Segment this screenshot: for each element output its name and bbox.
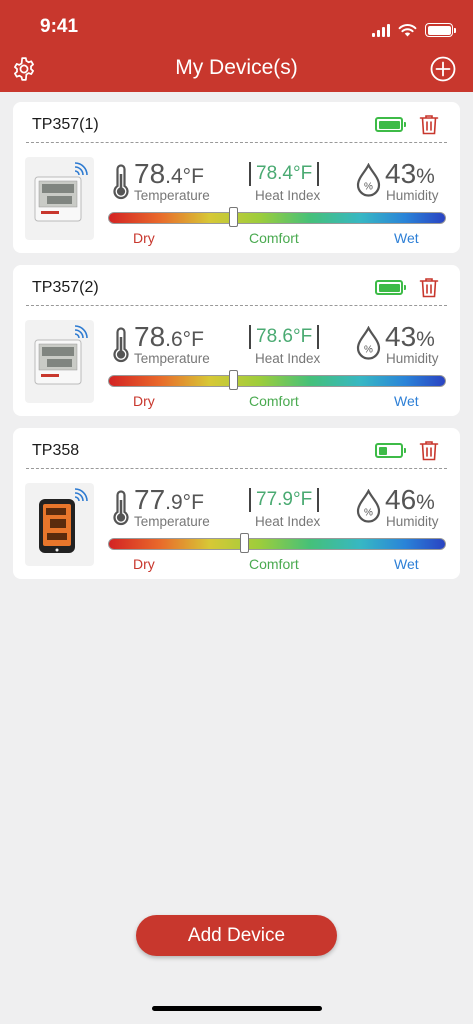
device-name: TP358	[32, 442, 80, 459]
scale-label-comfort: Comfort	[249, 230, 299, 246]
wifi-icon	[74, 162, 88, 176]
battery-level	[378, 446, 387, 455]
humidity-value: 43%	[385, 321, 435, 352]
heat-index-value: 78.4°F	[249, 162, 320, 186]
comfort-scale-bar	[108, 375, 446, 387]
divider	[26, 142, 447, 143]
app-header: 9:41 My Device(s)	[0, 0, 473, 92]
temperature-label: Temperature	[134, 351, 210, 366]
humidity-label: Humidity	[386, 514, 439, 529]
thermometer-icon	[113, 164, 129, 200]
thermometer-device-image	[34, 162, 88, 222]
trash-icon[interactable]	[419, 114, 439, 135]
divider	[26, 305, 447, 306]
humidity-drop-icon: %	[356, 326, 381, 360]
device-card[interactable]: TP357(1) 78.4°F Temperature 78.4°F Heat …	[13, 102, 460, 253]
trash-icon[interactable]	[419, 440, 439, 461]
device-image	[25, 157, 94, 240]
temperature-value: 78.4°F	[134, 158, 204, 189]
scale-label-dry: Dry	[133, 230, 155, 246]
comfort-indicator	[228, 207, 238, 227]
humidity-value: 43%	[385, 158, 435, 189]
temperature-label: Temperature	[134, 188, 210, 203]
battery-icon	[375, 280, 406, 295]
thermometer-device-image	[34, 325, 88, 385]
home-indicator[interactable]	[152, 1006, 322, 1011]
thermometer-icon	[113, 327, 129, 363]
status-battery-icon	[425, 23, 456, 37]
scale-label-dry: Dry	[133, 556, 155, 572]
divider	[26, 468, 447, 469]
heat-index-label: Heat Index	[255, 188, 321, 203]
device-image	[25, 320, 94, 403]
heat-index-label: Heat Index	[255, 514, 321, 529]
device-name: TP357(1)	[32, 116, 99, 133]
device-image	[25, 483, 94, 566]
comfort-indicator	[228, 370, 238, 390]
temperature-value: 78.6°F	[134, 321, 204, 352]
heat-index-value: 78.6°F	[249, 325, 320, 349]
humidity-drop-icon: %	[356, 163, 381, 197]
device-card[interactable]: TP357(2) 78.6°F Temperature 78.6°F Heat …	[13, 265, 460, 416]
humidity-value: 46%	[385, 484, 435, 515]
thermometer-device-image	[39, 488, 88, 553]
comfort-scale-bar	[108, 538, 446, 550]
temperature-label: Temperature	[134, 514, 210, 529]
scale-label-comfort: Comfort	[249, 556, 299, 572]
battery-icon	[375, 117, 406, 132]
humidity-label: Humidity	[386, 188, 439, 203]
svg-text:%: %	[364, 508, 373, 519]
scale-label-dry: Dry	[133, 393, 155, 409]
status-time: 9:41	[40, 16, 79, 37]
wifi-icon	[398, 24, 417, 37]
wifi-icon	[74, 325, 88, 339]
battery-level	[378, 283, 400, 292]
humidity-drop-icon: %	[356, 489, 381, 523]
scale-label-comfort: Comfort	[249, 393, 299, 409]
humidity-label: Humidity	[386, 351, 439, 366]
battery-level	[378, 120, 400, 129]
scale-label-wet: Wet	[394, 230, 419, 246]
plus-circle-icon[interactable]	[430, 56, 456, 82]
wifi-icon	[74, 488, 88, 502]
thermometer-icon	[113, 490, 129, 526]
scale-label-wet: Wet	[394, 556, 419, 572]
trash-icon[interactable]	[419, 277, 439, 298]
temperature-value: 77.9°F	[134, 484, 204, 515]
heat-index-value: 77.9°F	[249, 488, 320, 512]
scale-label-wet: Wet	[394, 393, 419, 409]
device-name: TP357(2)	[32, 279, 99, 296]
add-device-button[interactable]: Add Device	[136, 915, 337, 956]
svg-text:%: %	[364, 345, 373, 356]
device-card[interactable]: TP358 77.9°F Temperature 77.9°F Heat Ind…	[13, 428, 460, 579]
page-title: My Device(s)	[175, 56, 298, 79]
comfort-scale-bar	[108, 212, 446, 224]
status-icons	[372, 19, 456, 37]
cellular-signal-icon	[372, 23, 390, 37]
svg-text:%: %	[364, 182, 373, 193]
heat-index-label: Heat Index	[255, 351, 321, 366]
battery-icon	[375, 443, 406, 458]
comfort-indicator	[240, 533, 250, 553]
